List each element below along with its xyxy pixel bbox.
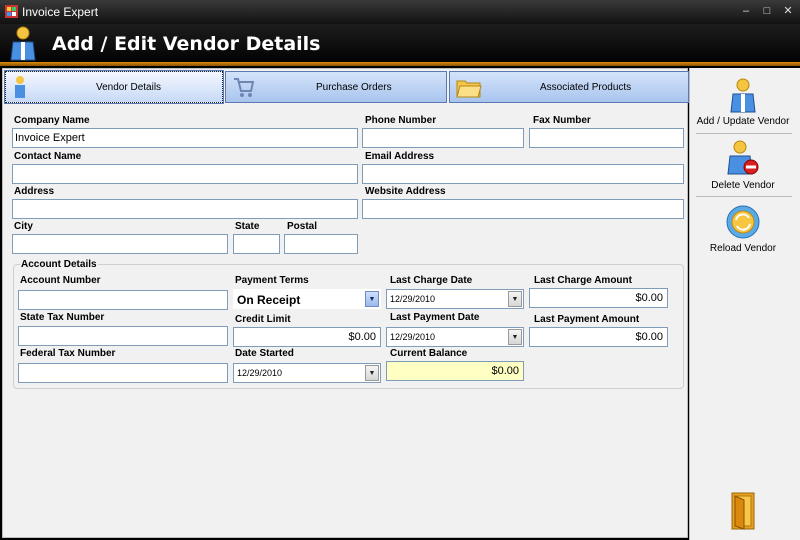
chevron-down-icon[interactable]: ▼	[365, 291, 379, 307]
delete-vendor-icon	[727, 140, 759, 175]
chevron-down-icon[interactable]: ▼	[508, 291, 522, 307]
last-charge-date-picker[interactable]: 12/29/2010 ▼	[386, 289, 524, 309]
account-number-field[interactable]	[18, 290, 228, 310]
last-payment-date-picker[interactable]: 12/29/2010 ▼	[386, 327, 524, 347]
company-name-label: Company Name	[14, 115, 90, 126]
app-icon	[5, 5, 18, 18]
last-payment-date-value: 12/29/2010	[390, 332, 436, 342]
phone-number-label: Phone Number	[365, 115, 437, 126]
tab-vendor-details[interactable]: Vendor Details	[4, 70, 224, 104]
folder-icon	[456, 80, 482, 98]
state-field[interactable]	[233, 234, 280, 254]
current-balance-field[interactable]	[386, 361, 524, 381]
add-vendor-icon	[730, 78, 756, 113]
close-button[interactable]: ✕	[779, 3, 797, 19]
chevron-down-icon[interactable]: ▼	[365, 365, 379, 381]
reload-vendor-button[interactable]: Reload Vendor	[690, 202, 800, 262]
tab-purchase-orders[interactable]: Purchase Orders	[225, 71, 447, 103]
last-charge-amount-field[interactable]	[529, 288, 668, 308]
fax-number-label: Fax Number	[533, 115, 591, 126]
postal-label: Postal	[287, 221, 318, 232]
minimize-button[interactable]: –	[737, 3, 755, 19]
add-update-vendor-button[interactable]: Add / Update Vendor	[690, 76, 800, 136]
contact-name-label: Contact Name	[14, 151, 82, 162]
last-charge-amount-label: Last Charge Amount	[534, 275, 632, 286]
payment-terms-label: Payment Terms	[235, 275, 309, 286]
payment-terms-select[interactable]: On Receipt ▼	[233, 289, 381, 309]
postal-field[interactable]	[284, 234, 358, 254]
credit-limit-label: Credit Limit	[235, 314, 291, 325]
address-label: Address	[14, 186, 55, 197]
exit-door-icon	[731, 492, 755, 530]
chevron-down-icon[interactable]: ▼	[508, 329, 522, 345]
payment-terms-value: On Receipt	[237, 293, 301, 307]
vendor-person-icon	[10, 26, 36, 61]
company-name-field[interactable]	[12, 128, 358, 148]
contact-name-field[interactable]	[12, 164, 358, 184]
sidebar-divider	[696, 133, 792, 134]
fax-number-field[interactable]	[529, 128, 684, 148]
state-tax-number-label: State Tax Number	[20, 312, 105, 323]
title-bar: Invoice Expert – □ ✕	[0, 0, 800, 24]
page-title: Add / Edit Vendor Details	[52, 33, 321, 55]
tab-associated-products[interactable]: Associated Products	[449, 71, 689, 103]
email-address-label: Email Address	[365, 151, 435, 162]
state-tax-number-field[interactable]	[18, 326, 228, 346]
delete-vendor-button[interactable]: Delete Vendor	[690, 138, 800, 198]
website-address-field[interactable]	[362, 199, 684, 219]
reload-vendor-label: Reload Vendor	[709, 243, 777, 254]
account-number-label: Account Number	[20, 275, 101, 286]
date-started-picker[interactable]: 12/29/2010 ▼	[233, 363, 381, 383]
tab-strip: Vendor Details Purchase Orders Associate…	[4, 70, 689, 104]
date-started-value: 12/29/2010	[237, 368, 283, 378]
account-details-legend: Account Details	[20, 259, 98, 270]
federal-tax-number-label: Federal Tax Number	[20, 348, 116, 359]
last-charge-date-label: Last Charge Date	[390, 275, 473, 286]
tab-label: Vendor Details	[96, 82, 162, 93]
tab-label: Associated Products	[540, 82, 632, 93]
last-payment-amount-label: Last Payment Amount	[534, 314, 640, 325]
last-payment-date-label: Last Payment Date	[390, 312, 480, 323]
reload-icon	[726, 205, 760, 239]
phone-number-field[interactable]	[362, 128, 524, 148]
federal-tax-number-field[interactable]	[18, 363, 228, 383]
date-started-label: Date Started	[235, 348, 294, 359]
maximize-button[interactable]: □	[758, 3, 776, 19]
window-title: Invoice Expert	[22, 5, 99, 19]
credit-limit-field[interactable]	[233, 327, 381, 347]
header-accent-stripe	[0, 62, 800, 66]
city-field[interactable]	[12, 234, 228, 254]
vendor-tab-icon	[15, 76, 25, 98]
delete-vendor-label: Delete Vendor	[711, 180, 775, 191]
sidebar-divider	[696, 196, 792, 197]
email-address-field[interactable]	[362, 164, 684, 184]
city-label: City	[14, 221, 33, 232]
action-sidebar: Add / Update Vendor Delete Vendor Reload…	[689, 68, 800, 540]
vendor-form-panel: Vendor Details Purchase Orders Associate…	[2, 68, 689, 538]
website-address-label: Website Address	[365, 186, 446, 197]
page-header: Add / Edit Vendor Details	[0, 24, 800, 66]
last-payment-amount-field[interactable]	[529, 327, 668, 347]
last-charge-date-value: 12/29/2010	[390, 294, 436, 304]
tab-label: Purchase Orders	[316, 82, 392, 93]
current-balance-label: Current Balance	[390, 348, 468, 359]
add-update-vendor-label: Add / Update Vendor	[696, 116, 790, 127]
address-field[interactable]	[12, 199, 358, 219]
exit-button[interactable]	[690, 488, 800, 534]
state-label: State	[235, 221, 260, 232]
cart-icon	[234, 78, 254, 97]
